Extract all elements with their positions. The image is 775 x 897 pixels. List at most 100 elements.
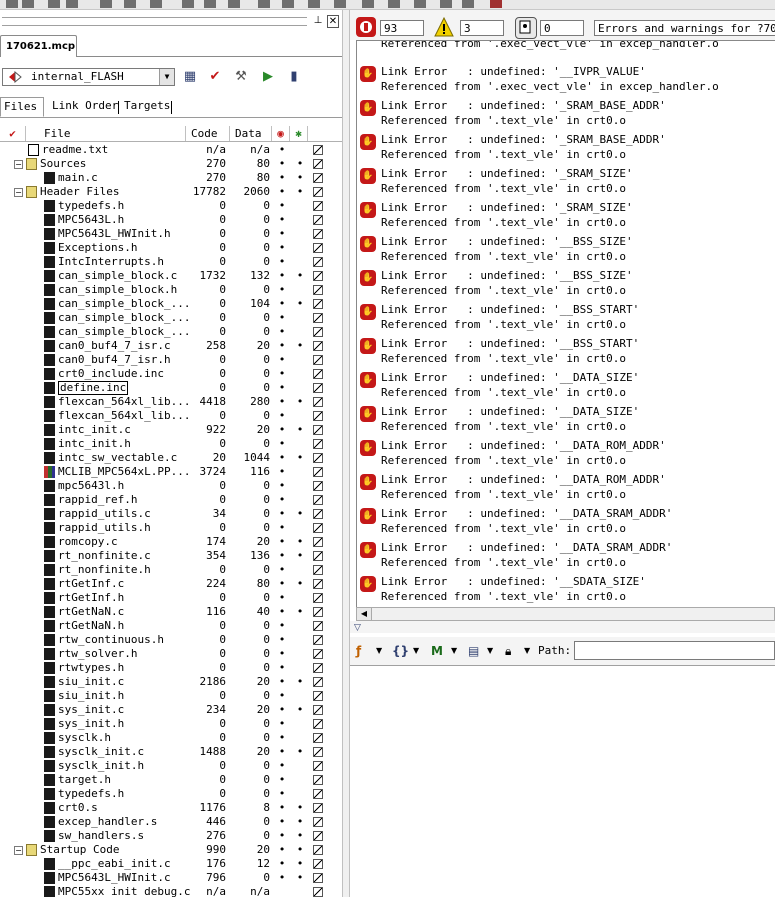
- checkmark-icon[interactable]: ✔: [0, 126, 26, 141]
- debug-flag[interactable]: •: [277, 801, 287, 815]
- compile-flag[interactable]: •: [295, 157, 305, 171]
- touch-icon[interactable]: [313, 705, 323, 715]
- chevron-down-icon[interactable]: ▼: [159, 69, 174, 85]
- compile-flag[interactable]: •: [295, 339, 305, 353]
- file-row[interactable]: rappid_utils.c 34 0 • •: [0, 507, 342, 521]
- path-field[interactable]: [574, 641, 775, 660]
- debug-flag[interactable]: •: [277, 157, 287, 171]
- compile-flag[interactable]: •: [295, 549, 305, 563]
- close-icon[interactable]: ✕: [327, 15, 339, 28]
- message-item[interactable]: ✋ Link Error : undefined: '_SRAM_BASE_ADD…: [357, 132, 775, 166]
- touch-icon[interactable]: [313, 145, 323, 155]
- settings-icon[interactable]: ▦: [182, 69, 198, 85]
- touch-icon[interactable]: [313, 481, 323, 491]
- message-item[interactable]: ✋ Link Error : undefined: '_SRAM_SIZE' Ref…: [357, 166, 775, 200]
- compile-flag[interactable]: •: [295, 535, 305, 549]
- collapse-toggle-icon[interactable]: −: [14, 188, 23, 197]
- toolbar-icon[interactable]: [362, 0, 374, 8]
- debug-flag[interactable]: •: [277, 717, 287, 731]
- touch-icon[interactable]: [313, 691, 323, 701]
- debug-flag[interactable]: •: [277, 255, 287, 269]
- toolbar-icon[interactable]: [490, 0, 502, 8]
- compile-flag[interactable]: •: [295, 843, 305, 857]
- column-file[interactable]: File: [26, 126, 186, 141]
- pin-icon[interactable]: ⊥: [313, 15, 323, 26]
- folder-row[interactable]: − Sources 270 80 • •: [0, 157, 342, 171]
- touch-icon[interactable]: [313, 313, 323, 323]
- debug-flag[interactable]: •: [277, 759, 287, 773]
- compile-flag[interactable]: •: [295, 297, 305, 311]
- message-item[interactable]: ✋ Link Error : undefined: '__DATA_SRAM_AD…: [357, 506, 775, 540]
- debug-flag[interactable]: •: [277, 213, 287, 227]
- debug-flag[interactable]: •: [277, 395, 287, 409]
- debug-flag[interactable]: •: [277, 381, 287, 395]
- compile-flag[interactable]: •: [295, 423, 305, 437]
- debug-flag[interactable]: •: [277, 325, 287, 339]
- debug-flag[interactable]: •: [277, 171, 287, 185]
- braces-icon[interactable]: {}: [392, 642, 409, 660]
- debug-run-icon[interactable]: ▶: [260, 69, 276, 85]
- touch-icon[interactable]: [313, 509, 323, 519]
- message-item[interactable]: ✋ Link Error : undefined: '__BSS_START' Re…: [357, 336, 775, 370]
- touch-icon[interactable]: [313, 747, 323, 757]
- compile-flag[interactable]: •: [295, 745, 305, 759]
- touch-icon[interactable]: [313, 383, 323, 393]
- message-list[interactable]: Referenced from '.exec_vect_vle' in exce…: [356, 40, 775, 609]
- debug-flag[interactable]: •: [277, 199, 287, 213]
- lock-icon[interactable]: 🔒︎: [505, 642, 511, 660]
- toolbar-icon[interactable]: [258, 0, 270, 8]
- debug-flag[interactable]: •: [277, 143, 287, 157]
- touch-icon[interactable]: [313, 607, 323, 617]
- bug-icon[interactable]: ✱: [290, 126, 308, 141]
- debug-flag[interactable]: •: [277, 619, 287, 633]
- file-row[interactable]: rt_nonfinite.c 354 136 • •: [0, 549, 342, 563]
- touch-icon[interactable]: [313, 551, 323, 561]
- debug-icon[interactable]: ◉: [272, 126, 290, 141]
- source-view[interactable]: [350, 666, 775, 897]
- debug-flag[interactable]: •: [277, 521, 287, 535]
- file-row[interactable]: sys_init.h 0 0 •: [0, 717, 342, 731]
- file-row[interactable]: rt_nonfinite.h 0 0 •: [0, 563, 342, 577]
- touch-icon[interactable]: [313, 775, 323, 785]
- compile-flag[interactable]: •: [295, 605, 305, 619]
- toolbar-icon[interactable]: [308, 0, 320, 8]
- file-row[interactable]: intc_sw_vectable.c 20 1044 • •: [0, 451, 342, 465]
- file-row[interactable]: can_simple_block_... 0 104 • •: [0, 297, 342, 311]
- file-row[interactable]: flexcan_564xl_lib... 0 0 •: [0, 409, 342, 423]
- folder-row[interactable]: − Startup Code 990 20 • •: [0, 843, 342, 857]
- file-row[interactable]: excep_handler.s 446 0 • •: [0, 815, 342, 829]
- panel-splitter[interactable]: [342, 10, 350, 897]
- chevron-down-icon[interactable]: ▼: [376, 642, 382, 660]
- touch-icon[interactable]: [313, 733, 323, 743]
- debug-flag[interactable]: •: [277, 311, 287, 325]
- toolbar-icon[interactable]: [282, 0, 294, 8]
- project-tab[interactable]: 170621.mcp: [0, 35, 77, 57]
- file-row[interactable]: MPC5643L.h 0 0 •: [0, 213, 342, 227]
- touch-icon[interactable]: [313, 887, 323, 897]
- touch-icon[interactable]: [313, 411, 323, 421]
- collapse-toggle-icon[interactable]: −: [14, 160, 23, 169]
- debug-flag[interactable]: •: [277, 577, 287, 591]
- compile-flag[interactable]: •: [295, 871, 305, 885]
- toolbar-icon[interactable]: [414, 0, 426, 8]
- chevron-down-icon[interactable]: ▼: [451, 642, 457, 660]
- compile-flag[interactable]: •: [295, 829, 305, 843]
- debug-flag[interactable]: •: [277, 493, 287, 507]
- touch-icon[interactable]: [313, 285, 323, 295]
- toolbar-icon[interactable]: [66, 0, 78, 8]
- touch-icon[interactable]: [313, 635, 323, 645]
- file-row[interactable]: can_simple_block.c 1732 132 • •: [0, 269, 342, 283]
- compile-flag[interactable]: •: [295, 395, 305, 409]
- file-row[interactable]: define.inc 0 0 •: [0, 381, 342, 395]
- file-row[interactable]: rtwtypes.h 0 0 •: [0, 661, 342, 675]
- checkmark-icon[interactable]: ✔: [207, 69, 223, 85]
- file-row[interactable]: MCLIB_MPC564xL.PP... 3724 116 •: [0, 465, 342, 479]
- file-row[interactable]: rtw_continuous.h 0 0 •: [0, 633, 342, 647]
- debug-flag[interactable]: •: [277, 731, 287, 745]
- folder-row[interactable]: − Header Files 17782 2060 • •: [0, 185, 342, 199]
- touch-icon[interactable]: [313, 761, 323, 771]
- compile-flag[interactable]: •: [295, 269, 305, 283]
- toolbar-icon[interactable]: [204, 0, 216, 8]
- toolbar-icon[interactable]: [150, 0, 162, 8]
- file-row[interactable]: rtGetInf.c 224 80 • •: [0, 577, 342, 591]
